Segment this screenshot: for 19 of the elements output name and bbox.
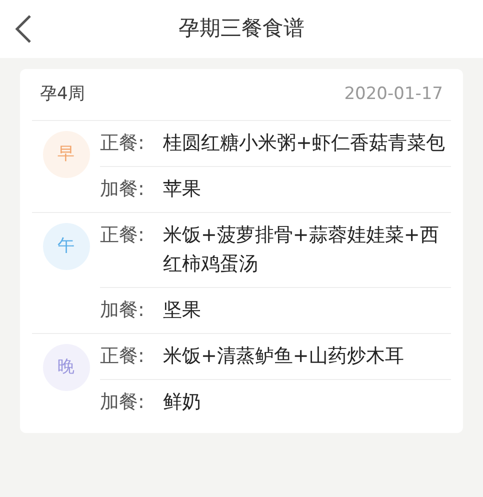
- back-icon: [14, 14, 32, 44]
- meal-type-label: 正餐:: [100, 131, 146, 156]
- meal-content: 米饭+菠萝排骨+蒜蓉娃娃菜+西红柿鸡蛋汤: [163, 223, 440, 277]
- meal-time-label: 午: [58, 234, 74, 258]
- meal-content: 米饭+清蒸鲈鱼+山药炒木耳: [163, 344, 405, 369]
- meal-content: 鲜奶: [163, 390, 202, 415]
- meal-content: 坚果: [163, 298, 202, 323]
- meal-type-label: 正餐:: [100, 344, 146, 369]
- week-label: 孕4周: [40, 82, 85, 106]
- meal-time-label: 早: [58, 142, 74, 166]
- meal-content: 桂圆红糖小米粥+虾仁香菇青菜包: [163, 131, 446, 156]
- meal-time-label: 晚: [58, 356, 74, 379]
- meal-type-label: 加餐:: [100, 298, 146, 323]
- date-label: 2020-01-17: [344, 82, 443, 106]
- meal-type-label: 加餐:: [100, 177, 146, 202]
- meal-type-label: 正餐:: [100, 223, 146, 248]
- meal-content: 苹果: [163, 177, 202, 202]
- meal-type-label: 加餐:: [100, 390, 146, 415]
- page-title: 孕期三餐食谱: [178, 15, 304, 42]
